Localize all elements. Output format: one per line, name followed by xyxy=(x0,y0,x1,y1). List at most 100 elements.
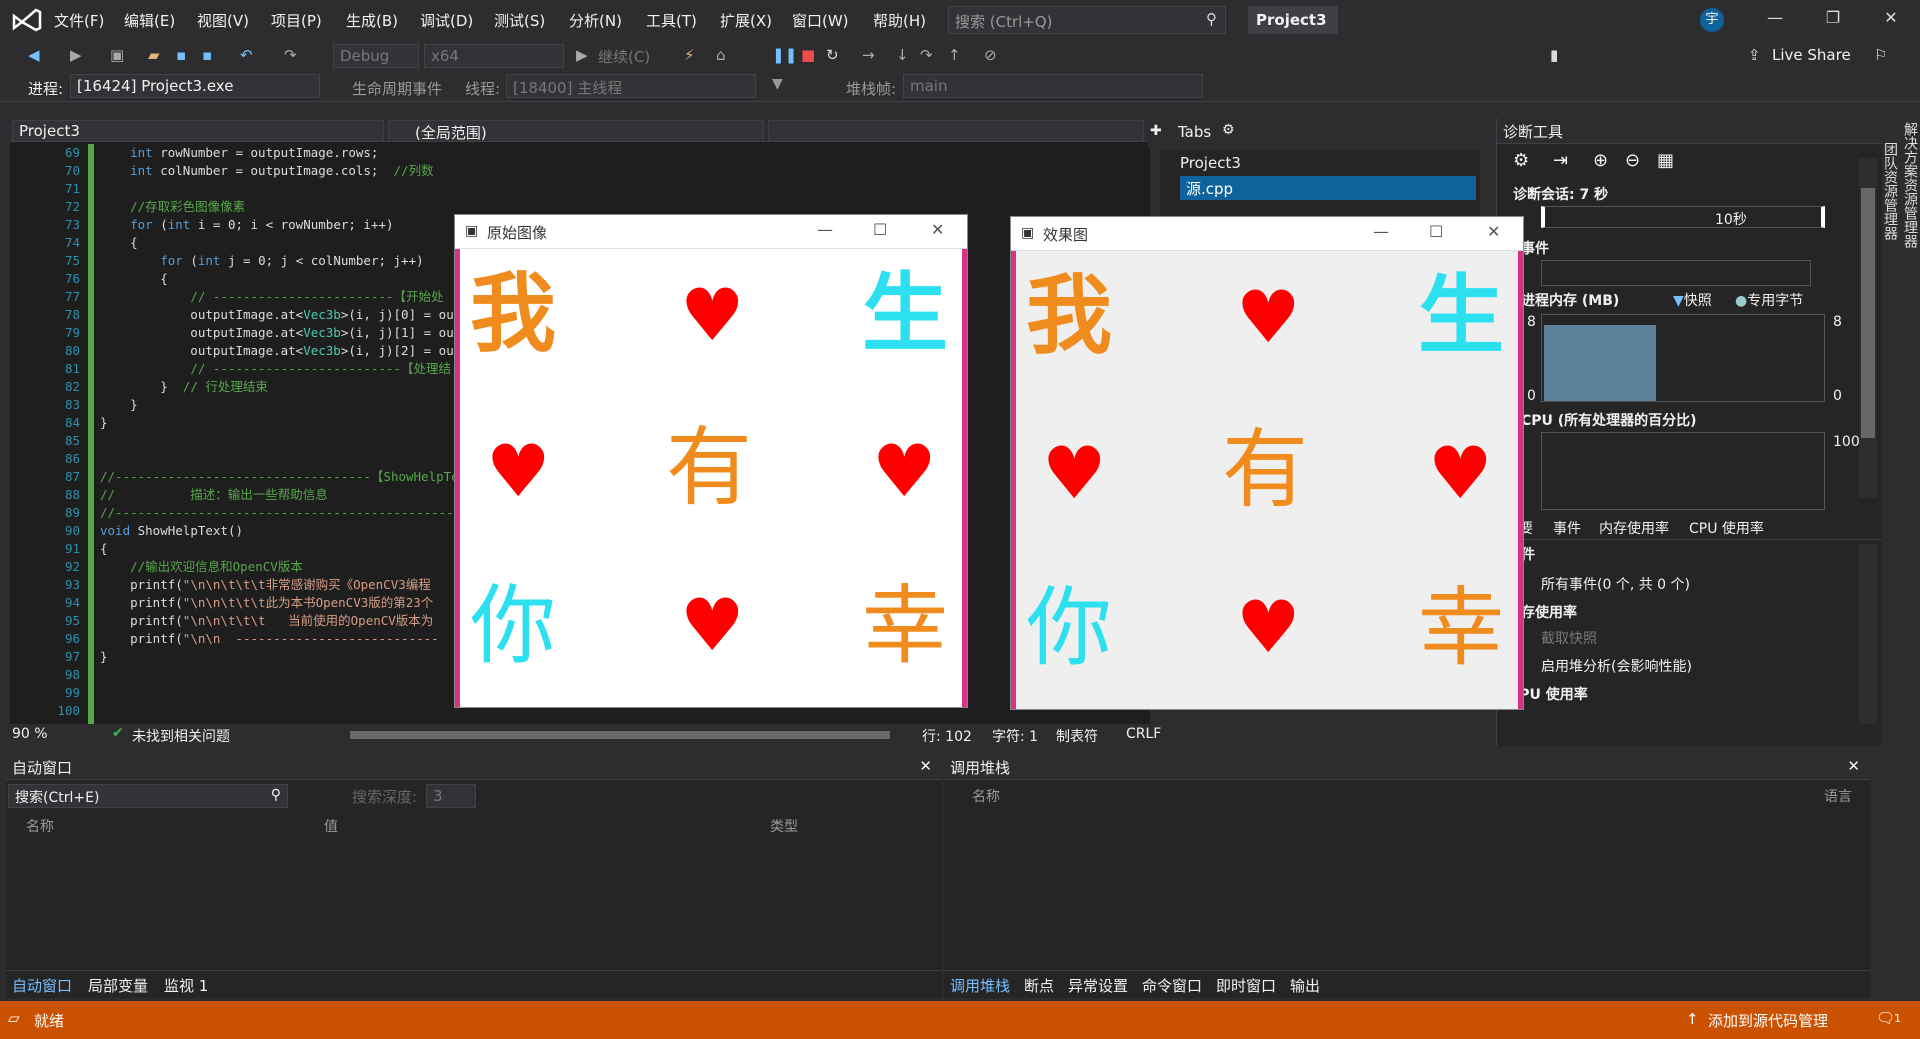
close-button[interactable]: ✕ xyxy=(1487,222,1500,241)
settings-icon[interactable]: ⚙ xyxy=(1513,150,1529,171)
configuration-select[interactable]: Debug xyxy=(333,44,419,68)
col-language[interactable]: 语言 xyxy=(1824,786,1852,806)
tabs-indicator[interactable]: 制表符 xyxy=(1056,726,1098,746)
process-select[interactable]: [16424] Project3.exe xyxy=(70,74,320,98)
menu-edit[interactable]: 编辑(E) xyxy=(124,10,175,31)
tab-immediate-window[interactable]: 即时窗口 xyxy=(1216,975,1276,996)
open-folder-icon[interactable]: ▰ xyxy=(148,46,160,68)
save-icon[interactable]: ▪ xyxy=(176,46,186,68)
stop-icon[interactable]: ■ xyxy=(801,46,815,68)
lifecycle-events-button[interactable]: 生命周期事件 xyxy=(352,78,442,99)
maximize-button[interactable]: ☐ xyxy=(873,220,887,239)
zoom-level[interactable]: 90 % xyxy=(12,726,48,742)
platform-select[interactable]: x64 xyxy=(424,44,564,68)
continue-button[interactable]: 继续(C) xyxy=(598,46,650,68)
effect-image-window[interactable]: ▣ 效果图 — ☐ ✕ 我 ♥ 生 ♥ 有 ♥ 你 ♥ 幸 xyxy=(1010,216,1524,710)
tab-cpu[interactable]: CPU 使用率 xyxy=(1689,518,1764,538)
horizontal-scrollbar[interactable] xyxy=(350,731,890,739)
add-to-source-control[interactable]: 添加到源代码管理 xyxy=(1708,1010,1828,1031)
reset-zoom-icon[interactable]: ▦ xyxy=(1657,150,1674,171)
quick-search-input[interactable]: 搜索 (Ctrl+Q) ⚲ xyxy=(948,6,1226,34)
col-type[interactable]: 类型 xyxy=(770,816,798,836)
menu-tools[interactable]: 工具(T) xyxy=(646,10,697,31)
menu-file[interactable]: 文件(F) xyxy=(54,10,104,31)
menu-view[interactable]: 视图(V) xyxy=(197,10,249,31)
back-icon[interactable]: ◀ xyxy=(28,46,40,68)
minimize-button[interactable]: — xyxy=(817,220,833,239)
filter-icon[interactable]: ▼ xyxy=(772,76,783,92)
step-out-icon[interactable]: ↑ xyxy=(948,46,961,68)
char-indicator[interactable]: 字符: 1 xyxy=(992,726,1038,746)
bookmark-icon[interactable]: ▮ xyxy=(1550,46,1558,68)
browser-icon[interactable]: ⌂ xyxy=(716,46,726,68)
member-dropdown[interactable] xyxy=(768,120,1144,142)
tab-command-window[interactable]: 命令窗口 xyxy=(1142,975,1202,996)
issues-status[interactable]: 未找到相关问题 xyxy=(132,726,230,746)
project-dropdown[interactable]: Project3 xyxy=(12,120,384,142)
heap-profiling-button[interactable]: 启用堆分析(会影响性能) xyxy=(1541,656,1692,676)
tab-watch-1[interactable]: 监视 1 xyxy=(164,975,208,996)
eol-indicator[interactable]: CRLF xyxy=(1126,726,1161,742)
restart-icon[interactable]: ↻ xyxy=(826,46,839,68)
pause-icon[interactable]: ❚❚ xyxy=(772,46,797,68)
forward-icon[interactable]: ▶ xyxy=(70,46,82,68)
zoom-out-icon[interactable]: ⊖ xyxy=(1625,150,1640,171)
tab-locals[interactable]: 局部变量 xyxy=(88,975,148,996)
close-icon[interactable]: ✕ xyxy=(1847,757,1860,775)
team-explorer-tab[interactable]: 团队资源管理器 xyxy=(1880,142,1900,746)
tab-exception-settings[interactable]: 异常设置 xyxy=(1068,975,1128,996)
col-value[interactable]: 值 xyxy=(324,816,338,836)
step-over-icon[interactable]: ↷ xyxy=(920,46,933,68)
search-icon[interactable]: ⚲ xyxy=(1206,10,1217,28)
menu-extensions[interactable]: 扩展(X) xyxy=(720,10,772,31)
minimize-button[interactable]: — xyxy=(1760,8,1790,32)
line-indicator[interactable]: 行: 102 xyxy=(922,726,972,746)
close-button[interactable]: ✕ xyxy=(931,220,944,239)
col-name[interactable]: 名称 xyxy=(972,786,1000,806)
save-all-icon[interactable]: ▪ xyxy=(202,46,212,68)
original-window-titlebar[interactable]: ▣ 原始图像 — ☐ ✕ xyxy=(455,215,967,249)
tab-breakpoints[interactable]: 断点 xyxy=(1024,975,1054,996)
col-name[interactable]: 名称 xyxy=(26,816,54,836)
tab-autos[interactable]: 自动窗口 xyxy=(12,975,72,996)
stack-frame-select[interactable]: main xyxy=(903,74,1203,98)
tab-memory[interactable]: 内存使用率 xyxy=(1599,518,1669,538)
notification-icon[interactable]: 🗨 xyxy=(1876,1009,1895,1027)
hot-reload-icon[interactable]: ⚡ xyxy=(684,46,695,68)
tab-output[interactable]: 输出 xyxy=(1290,975,1320,996)
tab-call-stack[interactable]: 调用堆栈 xyxy=(950,975,1010,996)
step-into-icon[interactable]: ↓ xyxy=(896,46,909,68)
scope-dropdown[interactable]: (全局范围) xyxy=(388,120,764,142)
tab-events[interactable]: 事件 xyxy=(1553,518,1581,538)
continue-icon[interactable]: ▶ xyxy=(576,46,588,68)
original-image-window[interactable]: ▣ 原始图像 — ☐ ✕ 我 ♥ 生 ♥ 有 ♥ 你 ♥ 幸 xyxy=(454,214,968,708)
effect-window-titlebar[interactable]: ▣ 效果图 — ☐ ✕ xyxy=(1011,217,1523,251)
search-depth-select[interactable]: 3 xyxy=(426,784,476,808)
undo-icon[interactable]: ↶ xyxy=(240,46,253,68)
autos-search-input[interactable]: 搜索(Ctrl+E) ⚲ xyxy=(8,784,288,808)
solution-explorer-tab[interactable]: 解决方案资源管理器 xyxy=(1902,122,1918,248)
zoom-in-icon[interactable]: ⊕ xyxy=(1593,150,1608,171)
new-item-icon[interactable]: ▣ xyxy=(110,46,124,68)
search-icon[interactable]: ⚲ xyxy=(271,787,281,803)
show-next-statement-icon[interactable]: → xyxy=(862,46,875,68)
avatar[interactable]: 宇 xyxy=(1700,8,1724,32)
minimize-button[interactable]: — xyxy=(1373,222,1389,241)
restore-button[interactable]: ❐ xyxy=(1818,8,1848,32)
diag-lower-scrollbar[interactable] xyxy=(1859,544,1877,724)
live-share-button[interactable]: Live Share xyxy=(1772,46,1851,68)
all-events-link[interactable]: 所有事件(0 个, 共 0 个) xyxy=(1541,574,1690,594)
feedback-icon[interactable]: ⚐ xyxy=(1874,46,1887,68)
diag-scroll-thumb[interactable] xyxy=(1861,188,1875,438)
menu-debug[interactable]: 调试(D) xyxy=(420,10,473,31)
pin-icon[interactable]: ✚ xyxy=(1150,123,1162,139)
maximize-button[interactable]: ☐ xyxy=(1429,222,1443,241)
close-button[interactable]: ✕ xyxy=(1876,8,1906,32)
take-snapshot-button[interactable]: 截取快照 xyxy=(1541,628,1597,648)
menu-help[interactable]: 帮助(H) xyxy=(873,10,926,31)
share-icon[interactable]: ⇪ xyxy=(1748,46,1761,68)
export-icon[interactable]: ⇥ xyxy=(1553,150,1568,171)
breakpoint-icon[interactable]: ⊘ xyxy=(984,46,997,68)
tab-source-cpp[interactable]: 源.cpp xyxy=(1180,176,1476,200)
menu-test[interactable]: 测试(S) xyxy=(494,10,545,31)
